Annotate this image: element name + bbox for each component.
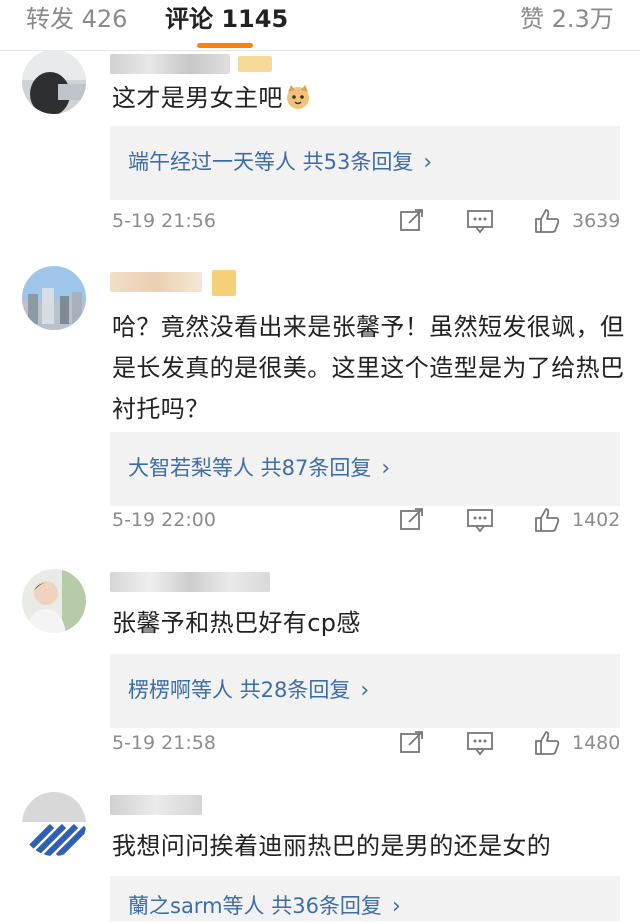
- repost-icon[interactable]: [398, 507, 426, 533]
- like-icon[interactable]: [533, 730, 561, 756]
- comment-time: 5-19 21:58: [112, 732, 216, 754]
- user-badge: [212, 270, 236, 296]
- repost-icon[interactable]: [398, 208, 426, 234]
- comment-text: 哈？竟然没看出来是张馨予！虽然短发很飒，但是长发真的是很美。这里这个造型是为了给…: [112, 313, 625, 423]
- comment-time: 5-19 22:00: [112, 509, 216, 531]
- blurred-username[interactable]: [110, 795, 202, 815]
- like-icon[interactable]: [533, 507, 561, 533]
- comment-text: 张馨予和热巴好有cp感: [112, 609, 361, 637]
- comment-tabs: 转发 426 评论 1145 赞 2.3万: [0, 0, 640, 50]
- chevron-right-icon: ›: [381, 456, 391, 481]
- reply-summary[interactable]: 大智若梨等人 共87条回复 ›: [110, 432, 620, 506]
- blurred-username[interactable]: [110, 572, 270, 592]
- avatar[interactable]: [22, 266, 86, 330]
- avatar[interactable]: [22, 569, 86, 633]
- comment-meta: 5-19 22:00 1402: [0, 505, 640, 535]
- reply-summary-text: 楞楞啊等人 共28条回复: [128, 678, 351, 702]
- comment-text: 我想问问挨着迪丽热巴的是男的还是女的: [112, 832, 552, 860]
- blurred-username[interactable]: [110, 54, 230, 74]
- chevron-right-icon: ›: [360, 678, 370, 703]
- reply-summary-text: 端午经过一天等人 共53条回复: [128, 150, 414, 174]
- reply-summary-text: 大智若梨等人 共87条回复: [128, 456, 372, 480]
- like-count: 3639: [572, 210, 621, 232]
- comment-icon[interactable]: [466, 507, 494, 533]
- comment-time: 5-19 21:56: [112, 210, 216, 232]
- chevron-right-icon: ›: [423, 150, 433, 175]
- tab-reposts[interactable]: 转发 426: [26, 2, 127, 36]
- avatar[interactable]: [22, 50, 86, 114]
- cat-emoji-icon: [286, 85, 309, 109]
- comment-icon[interactable]: [466, 208, 494, 234]
- comment-meta: 5-19 21:58 1480: [0, 728, 640, 758]
- blurred-username[interactable]: [110, 272, 202, 292]
- tab-comments[interactable]: 评论 1145: [165, 2, 288, 36]
- avatar[interactable]: [22, 792, 86, 856]
- reply-summary[interactable]: 端午经过一天等人 共53条回复 ›: [110, 126, 620, 200]
- chevron-right-icon: ›: [391, 894, 401, 919]
- reply-summary-text: 蘭之sarm等人 共36条回复: [128, 894, 382, 918]
- tab-likes[interactable]: 赞 2.3万: [520, 2, 614, 36]
- reply-summary[interactable]: 楞楞啊等人 共28条回复 ›: [110, 654, 620, 728]
- comment-icon[interactable]: [466, 730, 494, 756]
- tabs-divider: [0, 50, 640, 51]
- user-badge: [238, 56, 272, 72]
- active-tab-indicator: [197, 43, 253, 48]
- like-count: 1402: [572, 509, 621, 531]
- comment-text: 这才是男女主吧: [112, 78, 627, 119]
- like-count: 1480: [572, 732, 621, 754]
- like-icon[interactable]: [533, 208, 561, 234]
- repost-icon[interactable]: [398, 730, 426, 756]
- reply-summary[interactable]: 蘭之sarm等人 共36条回复 ›: [110, 876, 620, 921]
- comment-meta: 5-19 21:56 3639: [0, 206, 640, 236]
